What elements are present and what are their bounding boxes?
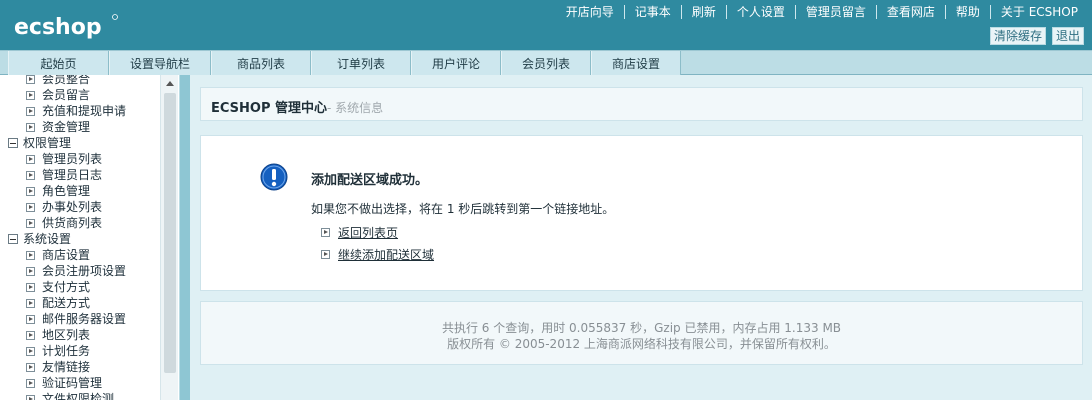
- page-header: ECSHOP 管理中心- 系统信息: [200, 87, 1083, 121]
- message-description: 如果您不做出选择，将在 1 秒后跳转到第一个链接地址。: [311, 202, 615, 216]
- nav-about[interactable]: 关于 ECSHOP: [989, 5, 1088, 19]
- arrow-icon: [26, 218, 35, 228]
- menu-item-recharge[interactable]: 充值和提现申请: [8, 103, 158, 119]
- top-actions: 清除缓存 退出: [989, 27, 1084, 45]
- arrow-icon: [26, 106, 35, 116]
- scroll-thumb[interactable]: [164, 93, 176, 373]
- arrow-icon: [26, 90, 35, 100]
- arrow-icon: [26, 250, 35, 260]
- nav-view-store[interactable]: 查看网店: [875, 5, 945, 19]
- tab-reviews[interactable]: 用户评论: [411, 51, 501, 75]
- ecshop-logo[interactable]: ecshop: [12, 10, 122, 42]
- menu-item-agencies[interactable]: 办事处列表: [8, 199, 158, 215]
- tab-start[interactable]: 起始页: [8, 51, 109, 75]
- nav-notepad[interactable]: 记事本: [623, 5, 681, 19]
- footer-stats: 共执行 6 个查询，用时 0.055837 秒，Gzip 已禁用，内存占用 1.…: [441, 321, 842, 335]
- footer-copyright: 版权所有 © 2005-2012 上海商派网络科技有限公司，并保留所有权利。: [447, 337, 836, 351]
- tab-nav-settings[interactable]: 设置导航栏: [109, 51, 211, 75]
- sidebar-menu: 会员整合 会员留言 充值和提现申请 资金管理 权限管理 管理员列表 管理员日志 …: [8, 75, 158, 400]
- menu-item-integration[interactable]: 会员整合: [8, 75, 158, 87]
- arrow-icon: [26, 394, 35, 400]
- arrow-icon: [26, 202, 35, 212]
- main-tab-bar: 起始页 设置导航栏 商品列表 订单列表 用户评论 会员列表 商店设置: [0, 50, 1092, 75]
- nav-setup-wizard[interactable]: 开店向导: [556, 5, 624, 19]
- arrow-icon: [26, 346, 35, 356]
- collapse-icon[interactable]: [8, 234, 18, 244]
- menu-item-cron[interactable]: 计划任务: [8, 343, 158, 359]
- menu-item-admin-list[interactable]: 管理员列表: [8, 151, 158, 167]
- arrow-icon: [26, 314, 35, 324]
- nav-refresh[interactable]: 刷新: [680, 5, 726, 19]
- menu-item-mail-server[interactable]: 邮件服务器设置: [8, 311, 158, 327]
- page-title: ECSHOP 管理中心- 系统信息: [211, 101, 384, 116]
- arrow-icon: [26, 186, 35, 196]
- tab-orders[interactable]: 订单列表: [311, 51, 411, 75]
- menu-item-friend-links[interactable]: 友情链接: [8, 359, 158, 375]
- footer: 共执行 6 个查询，用时 0.055837 秒，Gzip 已禁用，内存占用 1.…: [200, 301, 1083, 365]
- sidebar: 会员整合 会员留言 充值和提现申请 资金管理 权限管理 管理员列表 管理员日志 …: [0, 75, 180, 400]
- menu-item-file-permissions[interactable]: 文件权限检测: [8, 391, 158, 400]
- scroll-up-icon[interactable]: [166, 81, 174, 86]
- tab-store-settings[interactable]: 商店设置: [591, 51, 681, 75]
- arrow-icon: [321, 227, 330, 237]
- arrow-icon: [26, 362, 35, 372]
- arrow-icon: [26, 122, 35, 132]
- menu-item-admin-log[interactable]: 管理员日志: [8, 167, 158, 183]
- link-row-continue: 继续添加配送区域: [321, 246, 434, 262]
- tab-products[interactable]: 商品列表: [211, 51, 311, 75]
- link-row-back: 返回列表页: [321, 224, 398, 240]
- arrow-icon: [26, 75, 35, 84]
- message-title: 添加配送区域成功。: [311, 173, 429, 188]
- frame-splitter[interactable]: [180, 75, 190, 400]
- menu-item-member-messages[interactable]: 会员留言: [8, 87, 158, 103]
- arrow-icon: [26, 378, 35, 388]
- arrow-icon: [26, 154, 35, 164]
- arrow-icon: [26, 170, 35, 180]
- message-panel: 添加配送区域成功。 如果您不做出选择，将在 1 秒后跳转到第一个链接地址。 返回…: [200, 135, 1083, 291]
- arrow-icon: [26, 266, 35, 276]
- menu-item-regions[interactable]: 地区列表: [8, 327, 158, 343]
- logout-button[interactable]: 退出: [1051, 27, 1084, 45]
- nav-help[interactable]: 帮助: [944, 5, 990, 19]
- menu-item-roles[interactable]: 角色管理: [8, 183, 158, 199]
- header-bar: ecshop 开店向导 记事本 刷新 个人设置 管理员留言 查看网店 帮助 关于…: [0, 0, 1092, 50]
- nav-admin-messages[interactable]: 管理员留言: [794, 5, 876, 19]
- main-content: ECSHOP 管理中心- 系统信息 添加配送区域成功。 如果您不做出选择，将在 …: [190, 75, 1092, 400]
- continue-add-region-link[interactable]: 继续添加配送区域: [338, 246, 434, 263]
- info-icon: [260, 163, 288, 191]
- menu-item-shipping[interactable]: 配送方式: [8, 295, 158, 311]
- arrow-icon: [26, 330, 35, 340]
- menu-item-captcha[interactable]: 验证码管理: [8, 375, 158, 391]
- tab-members[interactable]: 会员列表: [501, 51, 591, 75]
- sidebar-scrollbar[interactable]: [160, 75, 178, 400]
- page-subtitle: - 系统信息: [327, 101, 384, 115]
- nav-personal-settings[interactable]: 个人设置: [725, 5, 795, 19]
- menu-cat-system[interactable]: 系统设置: [8, 231, 158, 247]
- logo-text: ecshop: [14, 15, 102, 40]
- clear-cache-button[interactable]: 清除缓存: [989, 27, 1046, 45]
- back-to-list-link[interactable]: 返回列表页: [338, 224, 398, 241]
- menu-item-funds[interactable]: 资金管理: [8, 119, 158, 135]
- menu-item-suppliers[interactable]: 供货商列表: [8, 215, 158, 231]
- arrow-icon: [26, 298, 35, 308]
- arrow-icon: [26, 282, 35, 292]
- menu-item-register-fields[interactable]: 会员注册项设置: [8, 263, 158, 279]
- menu-cat-permissions[interactable]: 权限管理: [8, 135, 158, 151]
- menu-item-shop-settings[interactable]: 商店设置: [8, 247, 158, 263]
- arrow-icon: [321, 249, 330, 259]
- menu-item-payment[interactable]: 支付方式: [8, 279, 158, 295]
- collapse-icon[interactable]: [8, 138, 18, 148]
- top-nav: 开店向导 记事本 刷新 个人设置 管理员留言 查看网店 帮助 关于 ECSHOP: [556, 3, 1088, 21]
